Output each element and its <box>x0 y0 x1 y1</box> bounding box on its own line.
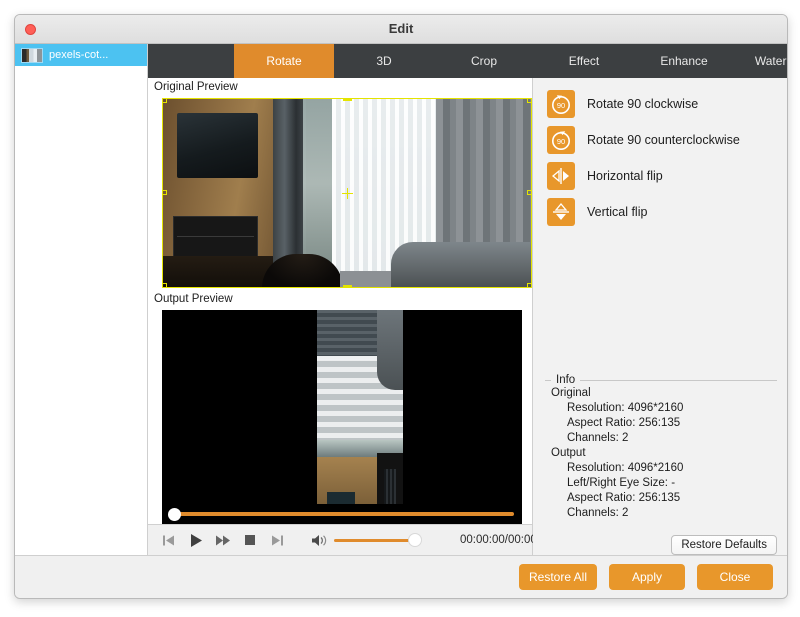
stop-button[interactable] <box>243 534 257 547</box>
tab-3d[interactable]: 3D <box>334 44 434 78</box>
vertical-flip-icon <box>547 198 575 226</box>
preview-column: Original Preview Output Preview 00:00:00… <box>148 78 553 555</box>
tab-enhance[interactable]: Enhance <box>634 44 734 78</box>
info-original-group: Original Resolution: 4096*2160 Aspect Ra… <box>549 386 777 446</box>
option-label: Horizontal flip <box>587 169 663 183</box>
play-icon <box>190 533 202 547</box>
svg-text:90: 90 <box>557 137 565 146</box>
next-button[interactable] <box>270 534 284 547</box>
edit-content: Original Preview Output Preview 00:00:00… <box>148 78 787 555</box>
tab-watermark[interactable]: Watermark <box>734 44 787 78</box>
option-horizontal-flip[interactable]: Horizontal flip <box>547 162 787 190</box>
sidebar-empty-area <box>15 66 147 555</box>
option-rotate-counterclockwise[interactable]: 90 Rotate 90 counterclockwise <box>547 126 787 154</box>
info-output-resolution: Resolution: 4096*2160 <box>567 462 684 474</box>
rotate-counterclockwise-90-icon: 90 <box>547 126 575 154</box>
options-spacer <box>533 234 787 374</box>
stop-icon <box>245 535 255 545</box>
apply-button[interactable]: Apply <box>609 564 685 590</box>
speaker-icon <box>312 534 327 546</box>
close-button[interactable]: Close <box>697 564 773 590</box>
window-footer: Restore All Apply Close <box>15 555 787 598</box>
main-column: Rotate 3D Crop Effect Enhance Watermark … <box>148 44 787 555</box>
transport-buttons <box>148 533 284 547</box>
restore-defaults-button[interactable]: Restore Defaults <box>671 535 777 555</box>
info-box: Info Original Resolution: 4096*2160 Aspe… <box>545 374 777 525</box>
sidebar-item-file[interactable]: pexels-cot... <box>15 44 147 66</box>
option-label: Rotate 90 clockwise <box>587 97 699 111</box>
info-original-aspect-ratio: Aspect Ratio: 256:135 <box>567 417 681 429</box>
tab-rotate[interactable]: Rotate <box>234 44 334 78</box>
edit-tabbar: Rotate 3D Crop Effect Enhance Watermark <box>148 44 787 78</box>
info-legend: Info <box>556 374 576 386</box>
option-vertical-flip[interactable]: Vertical flip <box>547 198 787 226</box>
restore-defaults-row: Restore Defaults <box>533 525 787 555</box>
window-titlebar: Edit <box>15 15 787 44</box>
svg-text:90: 90 <box>557 101 565 110</box>
previous-button[interactable] <box>162 534 176 547</box>
output-preview-image <box>162 310 522 524</box>
screenshot-root: Edit pexels-cot... Rotate 3D Crop Effect… <box>0 0 800 617</box>
option-label: Vertical flip <box>587 205 648 219</box>
video-thumbnail-icon <box>21 47 43 63</box>
original-preview-label: Original Preview <box>148 78 532 96</box>
restore-all-button[interactable]: Restore All <box>519 564 597 590</box>
output-preview-stage <box>148 308 532 524</box>
sidebar-item-label: pexels-cot... <box>49 49 109 61</box>
fast-forward-icon <box>216 535 230 545</box>
rotate-clockwise-90-icon: 90 <box>547 90 575 118</box>
info-original-channels: Channels: 2 <box>567 432 629 444</box>
info-original-resolution: Resolution: 4096*2160 <box>567 402 684 414</box>
next-icon <box>272 535 283 545</box>
output-preview-label: Output Preview <box>148 290 532 308</box>
info-original-heading: Original <box>551 387 591 399</box>
play-button[interactable] <box>189 533 203 547</box>
info-body: Original Resolution: 4096*2160 Aspect Ra… <box>545 386 777 525</box>
tab-crop[interactable]: Crop <box>434 44 534 78</box>
transport-bar: 00:00:00/00:00:26 <box>148 524 553 555</box>
tabbar-left-pad <box>148 44 234 78</box>
info-output-aspect-ratio: Aspect Ratio: 256:135 <box>567 492 681 504</box>
horizontal-flip-icon <box>547 162 575 190</box>
info-output-group: Output Resolution: 4096*2160 Left/Right … <box>549 446 777 521</box>
tab-effect[interactable]: Effect <box>534 44 634 78</box>
original-preview-stage <box>148 96 532 290</box>
volume-control[interactable] <box>312 534 421 547</box>
option-label: Rotate 90 counterclockwise <box>587 133 740 147</box>
window-body: pexels-cot... Rotate 3D Crop Effect Enha… <box>15 44 787 555</box>
volume-track[interactable] <box>334 534 421 546</box>
original-preview-image <box>162 98 532 288</box>
info-output-channels: Channels: 2 <box>567 507 629 519</box>
window-title: Edit <box>388 21 414 36</box>
info-output-eye-size: Left/Right Eye Size: - <box>567 477 676 489</box>
edit-window: Edit pexels-cot... Rotate 3D Crop Effect… <box>14 14 788 599</box>
options-panel: 90 Rotate 90 clockwise 90 Rotate 90 coun… <box>533 78 787 555</box>
volume-knob[interactable] <box>409 534 421 546</box>
fast-forward-button[interactable] <box>216 534 230 547</box>
seek-bar[interactable] <box>162 504 522 524</box>
seek-track[interactable] <box>168 507 514 521</box>
rotate-options-list: 90 Rotate 90 clockwise 90 Rotate 90 coun… <box>533 78 787 234</box>
previous-icon <box>163 535 174 545</box>
file-list-sidebar: pexels-cot... <box>15 44 148 555</box>
info-output-heading: Output <box>551 447 586 459</box>
option-rotate-clockwise[interactable]: 90 Rotate 90 clockwise <box>547 90 787 118</box>
seek-knob[interactable] <box>168 507 181 521</box>
